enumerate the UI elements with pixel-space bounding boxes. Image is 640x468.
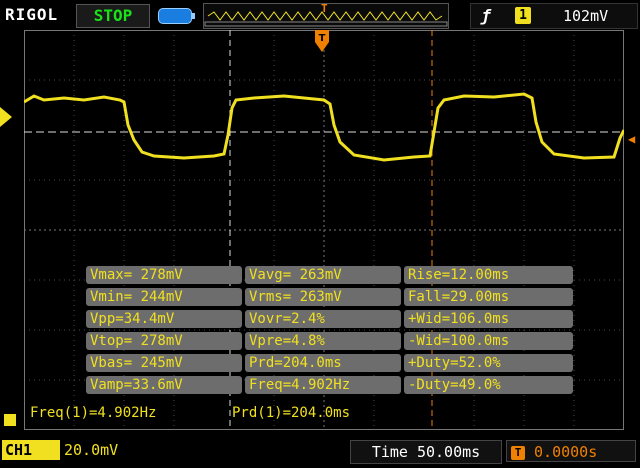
period-counter: Prd(1)=204.0ms: [232, 405, 351, 421]
ch1-button[interactable]: CH1: [2, 440, 60, 460]
trigger-level-arrow-icon: ◀: [628, 132, 636, 146]
trigger-delay-icon: T: [511, 445, 525, 460]
trigger-delay-value: 0.0000s: [534, 443, 598, 461]
meas-vbas: Vbas= 245mV: [86, 354, 242, 372]
table-row: Vtop= 278mV Vpre=4.8% -Wid=100.0ms: [86, 332, 573, 350]
table-row: Vmin= 244mV Vrms= 263mV Fall=29.00ms: [86, 288, 573, 306]
table-row: Vpp=34.4mV Vovr=2.4% +Wid=106.0ms: [86, 310, 573, 328]
rising-edge-trigger-icon: ƒ: [481, 6, 491, 25]
meas-rise: Rise=12.00ms: [404, 266, 573, 284]
run-stop-status[interactable]: STOP: [76, 4, 150, 28]
meas-pduty: +Duty=52.0%: [404, 354, 573, 372]
timebase-scale[interactable]: Time 50.00ms: [350, 440, 502, 464]
measurement-table: Vmax= 278mV Vavg= 263mV Rise=12.00ms Vmi…: [86, 266, 573, 398]
meas-vpp: Vpp=34.4mV: [86, 310, 242, 328]
trigger-position-icon: T: [315, 30, 329, 55]
memory-window-bar[interactable]: T: [203, 2, 449, 29]
trigger-level: 102mV: [563, 7, 609, 25]
freq-counter: Freq(1)=4.902Hz: [30, 405, 157, 421]
bottom-status-bar: CH1 20.0mV Time 50.00ms T 0.0000s: [0, 436, 640, 468]
meas-vmax: Vmax= 278mV: [86, 266, 242, 284]
svg-text:T: T: [319, 33, 326, 44]
meas-fall: Fall=29.00ms: [404, 288, 573, 306]
meas-vmin: Vmin= 244mV: [86, 288, 242, 306]
meas-vamp: Vamp=33.6mV: [86, 376, 242, 394]
brand-logo: RIGOL: [5, 5, 59, 24]
meas-pwid: +Wid=106.0ms: [404, 310, 573, 328]
top-status-bar: RIGOL STOP T ƒ 1 102mV: [0, 0, 640, 30]
meas-vovr: Vovr=2.4%: [245, 310, 401, 328]
memory-trigger-marker: T: [321, 2, 328, 15]
meas-nwid: -Wid=100.0ms: [404, 332, 573, 350]
memory-depth-icon: [158, 8, 195, 24]
trigger-settings[interactable]: ƒ 1 102mV: [470, 3, 638, 29]
table-row: Vmax= 278mV Vavg= 263mV Rise=12.00ms: [86, 266, 573, 284]
meas-nduty: -Duty=49.0%: [404, 376, 573, 394]
table-row: Vamp=33.6mV Freq=4.902Hz -Duty=49.0%: [86, 376, 573, 394]
trigger-status-icon: [4, 414, 16, 426]
meas-vavg: Vavg= 263mV: [245, 266, 401, 284]
meas-vtop: Vtop= 278mV: [86, 332, 242, 350]
meas-vpre: Vpre=4.8%: [245, 332, 401, 350]
ch1-vertical-scale[interactable]: 20.0mV: [64, 440, 118, 460]
trigger-delay[interactable]: T 0.0000s: [506, 440, 636, 462]
meas-freq: Freq=4.902Hz: [245, 376, 401, 394]
meas-prd: Prd=204.0ms: [245, 354, 401, 372]
ch1-offset-marker-icon: [0, 107, 12, 127]
trigger-source-badge: 1: [515, 7, 531, 24]
table-row: Vbas= 245mV Prd=204.0ms +Duty=52.0%: [86, 354, 573, 372]
meas-vrms: Vrms= 263mV: [245, 288, 401, 306]
